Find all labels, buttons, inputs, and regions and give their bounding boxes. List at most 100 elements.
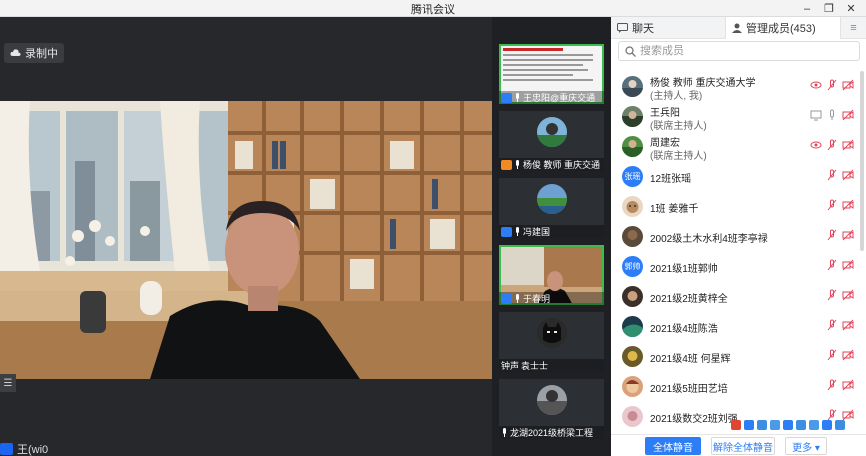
mic-off-icon[interactable] (826, 379, 838, 391)
member-search[interactable] (618, 41, 860, 61)
mic-off-icon[interactable] (826, 139, 838, 151)
search-icon (625, 45, 636, 57)
avatar (622, 196, 643, 217)
mic-off-icon[interactable] (826, 169, 838, 181)
mic-off-icon[interactable] (826, 79, 838, 91)
camera-off-icon[interactable] (842, 349, 854, 361)
ime-keyboard-icon[interactable] (796, 420, 806, 430)
camera-off-icon[interactable] (842, 289, 854, 301)
member-row[interactable]: 周建宏 (联席主持人) (611, 132, 866, 162)
member-row[interactable]: 王兵阳 (联席主持人) (611, 102, 866, 132)
person-badge-icon (501, 92, 512, 103)
tab-members[interactable]: 管理成员(453) (725, 17, 841, 39)
camera-off-icon[interactable] (842, 259, 854, 271)
mic-icon (516, 227, 519, 236)
recording-label: 录制中 (25, 48, 58, 60)
member-name: 2021级数交2班刘强 (650, 414, 738, 425)
camera-off-icon[interactable] (842, 319, 854, 331)
camera-off-icon[interactable] (842, 79, 854, 91)
member-row[interactable]: 郭帅 2021级1班郭帅 (611, 252, 866, 282)
member-row[interactable]: 2021级5班田艺培 (611, 372, 866, 402)
camera-off-icon[interactable] (842, 229, 854, 241)
window-controls: – ❐ ✕ (796, 0, 862, 17)
eye-icon[interactable] (810, 139, 822, 151)
thumbnail-1[interactable]: 王忠阳@重庆交通 (499, 44, 604, 104)
member-name: 2021级4班陈浩 (650, 324, 718, 335)
mute-all-button[interactable]: 全体静音 (645, 437, 701, 455)
mic-off-icon[interactable] (826, 259, 838, 271)
person-badge-icon (501, 159, 512, 170)
minimize-icon[interactable]: – (796, 0, 818, 17)
main-video-area: 录制中 ☰ 王(wi0 (0, 17, 492, 456)
thumbnail-label: 于春明 (499, 292, 604, 305)
thumbnail-2[interactable]: 杨俊 教师 重庆交通 (499, 111, 604, 171)
ime-lang-icon[interactable] (744, 420, 754, 430)
camera-off-icon[interactable] (842, 379, 854, 391)
collapse-menu-icon[interactable]: ☰ (0, 374, 16, 392)
ime-skin-icon[interactable] (822, 420, 832, 430)
member-panel: 聊天 管理成员(453) ≡ 杨俊 教师 重庆交通大学 (主持人, 我) 王兵阳 (611, 17, 866, 456)
member-row[interactable]: 1班 姜雅千 (611, 192, 866, 222)
close-icon[interactable]: ✕ (840, 0, 862, 17)
more-button[interactable]: 更多 ▾ (785, 437, 827, 455)
member-row[interactable]: 张瑶 12班张瑶 (611, 162, 866, 192)
thumbnail-6[interactable]: 龙湖2021级桥梁工程 (499, 379, 604, 439)
camera-off-icon[interactable] (842, 139, 854, 151)
person-badge-icon (501, 226, 512, 237)
mic-off-icon[interactable] (826, 319, 838, 331)
speaker-video[interactable] (0, 101, 492, 379)
member-row[interactable]: 杨俊 教师 重庆交通大学 (主持人, 我) (611, 72, 866, 102)
screen-share-icon[interactable] (810, 109, 822, 121)
maximize-icon[interactable]: ❐ (818, 0, 840, 17)
ime-emoji-icon[interactable] (770, 420, 780, 430)
member-controls (810, 109, 854, 121)
mic-off-icon[interactable] (826, 229, 838, 241)
eye-icon[interactable] (810, 79, 822, 91)
person-icon (732, 23, 742, 33)
mic-icon (516, 160, 519, 169)
avatar (622, 76, 643, 97)
ime-punct-icon[interactable] (757, 420, 767, 430)
camera-off-icon[interactable] (842, 199, 854, 211)
menu-icon[interactable]: ≡ (841, 17, 866, 39)
thumbnail-3[interactable]: 冯建国 (499, 178, 604, 238)
person-badge-icon (501, 293, 512, 304)
ime-logo-icon[interactable] (731, 420, 741, 430)
self-name: 王(wi0 (17, 444, 49, 456)
ime-grid-icon[interactable] (835, 420, 845, 430)
mic-icon[interactable] (826, 109, 838, 121)
mic-off-icon[interactable] (826, 199, 838, 211)
member-role: (联席主持人) (650, 121, 707, 132)
tab-chat[interactable]: 聊天 (611, 17, 725, 39)
member-row[interactable]: 2021级4班陈浩 (611, 312, 866, 342)
member-row[interactable]: 2021级2班黄梓全 (611, 282, 866, 312)
unmute-all-button[interactable]: 解除全体静音 (711, 437, 775, 455)
member-name: 2021级2班黄梓全 (650, 294, 728, 305)
thumbnail-name: 杨俊 教师 重庆交通 (523, 160, 601, 170)
member-name: 2002级土木水利4班李亭禄 (650, 234, 768, 245)
mic-off-icon[interactable] (826, 289, 838, 301)
ime-user-icon[interactable] (809, 420, 819, 430)
mic-icon (516, 93, 519, 102)
thumbnail-name: 龙湖2021级桥梁工程 (510, 428, 594, 438)
recording-badge[interactable]: 录制中 (4, 43, 64, 63)
person-badge-icon (0, 443, 13, 455)
thumbnail-5[interactable]: 钟声 袁士士 (499, 312, 604, 372)
member-row[interactable]: 2002级土木水利4班李亭禄 (611, 222, 866, 252)
mic-off-icon[interactable] (826, 349, 838, 361)
search-input[interactable] (640, 45, 840, 57)
ime-voice-icon[interactable] (783, 420, 793, 430)
video-thumbnails: 王忠阳@重庆交通 杨俊 教师 重庆交通 冯建国 于春明 钟声 袁士士 龙湖202… (492, 17, 611, 456)
member-controls (810, 79, 854, 91)
camera-off-icon[interactable] (842, 109, 854, 121)
avatar (622, 106, 643, 127)
mic-icon (503, 428, 506, 437)
thumbnail-4[interactable]: 于春明 (499, 245, 604, 305)
member-row[interactable]: 2021级4班 何星辉 (611, 342, 866, 372)
thumbnail-name: 袁士士 (521, 361, 549, 371)
member-controls (810, 139, 854, 151)
camera-off-icon[interactable] (842, 169, 854, 181)
tab-members-label: 管理成员(453) (746, 23, 816, 35)
chat-icon (617, 23, 628, 33)
avatar (537, 385, 567, 415)
